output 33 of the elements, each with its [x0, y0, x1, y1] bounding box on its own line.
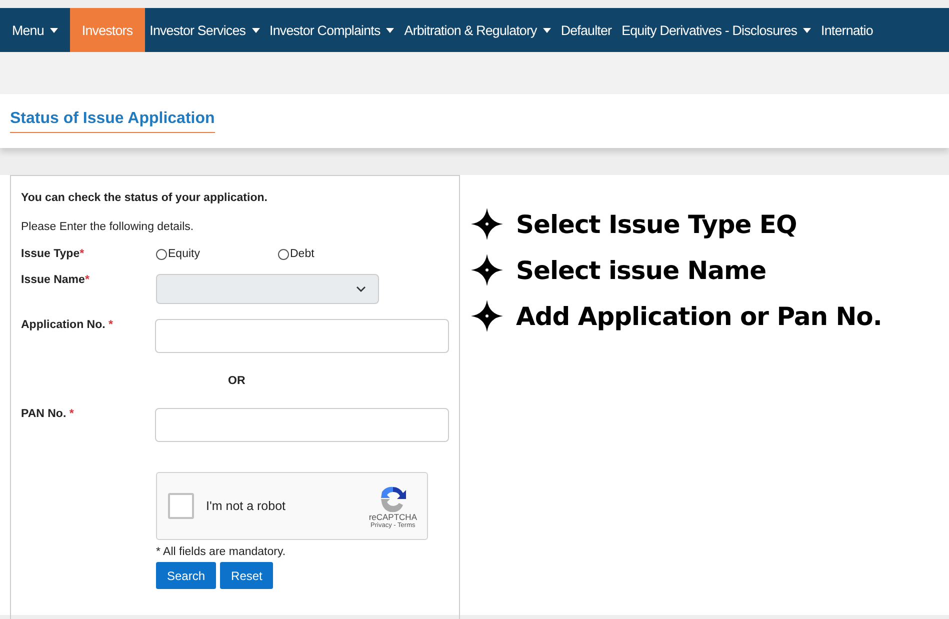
nav-item[interactable]: Investor Services — [144, 8, 265, 52]
field-label: Issue Type* — [21, 248, 86, 260]
mandatory-note: * All fields are mandatory. — [156, 546, 287, 558]
pan-number-field[interactable] — [155, 408, 449, 442]
instruction-text: Please Enter the following details. — [21, 221, 195, 233]
field-label: Application No. * — [21, 319, 114, 331]
captcha-checkbox[interactable] — [168, 493, 194, 519]
radio-option[interactable]: Debt — [278, 248, 400, 260]
nav-item[interactable]: Equity Derivatives - Disclosures — [616, 8, 816, 52]
captcha-brand: reCAPTCHA — [368, 512, 417, 522]
application-number-field[interactable] — [155, 319, 449, 353]
radio-option[interactable]: Equity — [156, 248, 278, 260]
nav-item[interactable]: Investor Complaints — [264, 8, 400, 52]
chevron-icon — [356, 286, 366, 292]
nav-item[interactable]: Menu — [0, 8, 70, 52]
form-button[interactable]: Reset — [220, 562, 274, 589]
annotation-text: Add Application or Pan No. — [516, 302, 882, 330]
nav-item[interactable]: Internatio — [816, 8, 878, 52]
issue-name-dropdown[interactable] — [156, 274, 379, 304]
page-title: Status of Issue Application — [10, 110, 215, 132]
nav-item[interactable]: Defaulter — [556, 8, 617, 52]
four-point-star-icon — [470, 207, 504, 241]
nav-item[interactable]: Arbitration & Regulatory — [399, 8, 556, 52]
field-label: Issue Name* — [21, 274, 90, 286]
four-point-star-icon — [470, 299, 504, 333]
form-button[interactable]: Search — [156, 562, 216, 589]
annotation-text: Select issue Name — [516, 256, 766, 284]
captcha-label: I'm not a robot — [206, 499, 287, 513]
field-label: PAN No. * — [21, 408, 75, 420]
four-point-star-icon — [470, 253, 504, 287]
intro-text: You can check the status of your application. — [21, 192, 268, 204]
separator-text: OR — [228, 375, 246, 387]
annotation-text: Select Issue Type EQ — [516, 210, 797, 238]
